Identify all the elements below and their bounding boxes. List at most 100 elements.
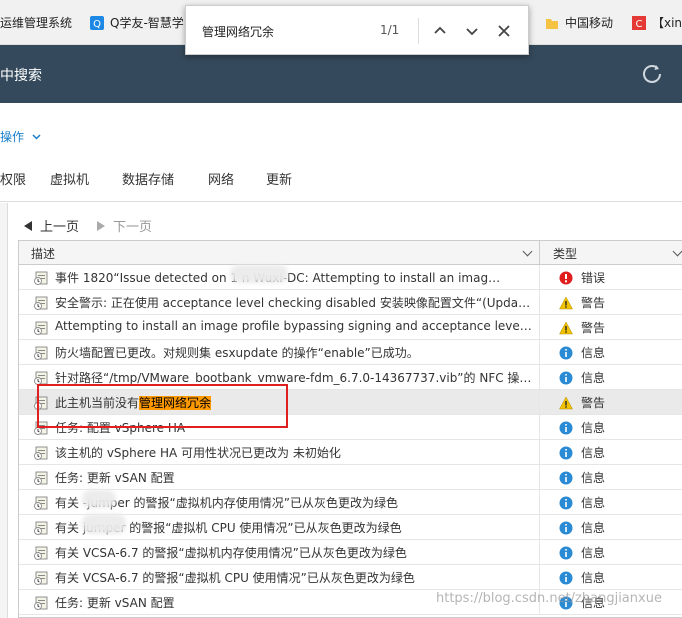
find-next-button[interactable] [462, 21, 482, 41]
search-highlight: 管理网络冗余 [139, 396, 212, 410]
event-description: 有关 -jumper 的警报“虚拟机内存使用情况”已从灰色更改为绿色 [55, 496, 398, 510]
event-type: 信息 [559, 419, 605, 436]
table-row[interactable]: 任务: 配置 vSphere HA 信息 [19, 415, 682, 440]
event-type-label: 警告 [581, 396, 606, 410]
event-type: 信息 [559, 494, 605, 511]
table-row[interactable]: 事件 1820“Issue detected on 1 n Wuxi-DC: A… [19, 265, 682, 290]
event-icon [34, 271, 48, 285]
actions-menu[interactable]: 操作 [0, 128, 41, 145]
event-type: 信息 [559, 344, 605, 361]
event-type-label: 信息 [581, 446, 606, 460]
chevron-down-icon[interactable] [672, 246, 682, 257]
event-icon [34, 596, 48, 610]
bookmark-label: 中国移动 [565, 16, 614, 30]
event-description: 安全警示: 正在使用 acceptance level checking dis… [55, 296, 531, 310]
event-type: 信息 [559, 569, 605, 586]
column-divider [539, 265, 540, 290]
event-type: 警告 [559, 319, 605, 336]
event-description: 该主机的 vSphere HA 可用性状况已更改为 未初始化 [55, 446, 341, 460]
left-panel-edge [0, 203, 8, 618]
table-row[interactable]: Attempting to install an image profile b… [19, 315, 682, 340]
event-icon [34, 521, 48, 535]
column-divider [539, 440, 540, 465]
table-row[interactable]: 有关 -jumper 的警报“虚拟机内存使用情况”已从灰色更改为绿色 信息 [19, 490, 682, 515]
chevron-down-icon[interactable] [522, 246, 533, 257]
prev-page-button[interactable]: 上一页 [24, 216, 79, 235]
find-bar: 管理网络冗余 1/1 [185, 5, 529, 55]
table-row[interactable]: 安全警示: 正在使用 acceptance level checking dis… [19, 290, 682, 315]
column-header-type[interactable]: 类型 [553, 245, 577, 262]
column-header-desc[interactable]: 描述 [31, 245, 55, 262]
event-description: Attempting to install an image profile b… [55, 319, 533, 333]
tab-permissions[interactable]: 权限 [0, 169, 26, 188]
event-type-label: 警告 [581, 321, 606, 335]
svg-text:C: C [636, 19, 643, 30]
event-type-label: 信息 [581, 471, 606, 485]
tab-datastores[interactable]: 数据存储 [122, 169, 174, 188]
find-input[interactable]: 管理网络冗余 [202, 23, 274, 40]
header-search-label[interactable]: 中搜索 [0, 65, 42, 85]
column-divider [539, 515, 540, 540]
event-type-label: 错误 [581, 271, 606, 285]
find-previous-button[interactable] [430, 21, 450, 41]
find-close-button[interactable] [494, 21, 514, 41]
event-icon [34, 471, 48, 485]
event-icon [34, 571, 48, 585]
tab-bar: 权限 虚拟机 数据存储 网络 更新 [0, 169, 682, 193]
tab-vms[interactable]: 虚拟机 [50, 169, 89, 188]
table-row[interactable]: 此主机当前没有管理网络冗余 警告 [19, 390, 682, 415]
info-icon [559, 346, 573, 359]
event-type: 警告 [559, 394, 605, 411]
triangle-left-icon [24, 220, 32, 231]
tab-updates[interactable]: 更新 [266, 169, 292, 188]
event-type-label: 信息 [581, 421, 606, 435]
table-row[interactable]: 针对路径“/tmp/VMware_bootbank_vmware-fdm_6.7… [19, 365, 682, 390]
event-description: 事件 1820“Issue detected on 1 n Wuxi-DC: A… [55, 271, 501, 285]
event-description: 针对路径“/tmp/VMware_bootbank_vmware-fdm_6.7… [55, 371, 533, 385]
redaction-blur [82, 514, 126, 534]
event-type: 错误 [559, 269, 605, 286]
column-divider [539, 465, 540, 490]
refresh-icon[interactable] [639, 61, 665, 87]
column-divider [539, 390, 540, 415]
info-icon [559, 571, 573, 584]
column-divider [539, 540, 540, 565]
event-description: 任务: 配置 vSphere HA [55, 421, 186, 435]
table-row[interactable]: 有关 VCSA-6.7 的警报“虚拟机 CPU 使用情况”已从灰色更改为绿色 信息 [19, 565, 682, 590]
table-row[interactable]: 有关 VCSA-6.7 的警报“虚拟机内存使用情况”已从灰色更改为绿色 信息 [19, 540, 682, 565]
column-divider [539, 315, 540, 340]
tab-networks[interactable]: 网络 [208, 169, 234, 188]
column-divider[interactable] [539, 241, 540, 265]
event-type-label: 警告 [581, 296, 606, 310]
event-icon [34, 296, 48, 310]
bookmark-china-mobile[interactable]: 中国移动 [545, 14, 613, 31]
info-icon [559, 421, 573, 434]
info-icon [559, 496, 573, 509]
table-row[interactable]: 任务: 更新 vSAN 配置 信息 [19, 465, 682, 490]
watermark: https://blog.csdn.net/zhangjianxue [436, 591, 662, 606]
chevron-up-icon [434, 26, 446, 34]
folder-icon [545, 16, 559, 30]
next-page-label: 下一页 [113, 220, 153, 235]
event-type-label: 信息 [581, 496, 606, 510]
event-type-label: 信息 [581, 371, 606, 385]
event-description: 防火墙配置已更改。对规则集 esxupdate 的操作“enable”已成功。 [55, 346, 419, 360]
divider [418, 18, 419, 44]
event-icon [34, 396, 48, 410]
event-icon [34, 446, 48, 460]
event-type: 警告 [559, 294, 605, 311]
bookmark-qxueyou[interactable]: Q Q学友-智慧学 [90, 14, 184, 31]
column-divider [539, 365, 540, 390]
info-icon [559, 521, 573, 534]
event-icon [34, 546, 48, 560]
actions-label: 操作 [0, 130, 25, 144]
table-row[interactable]: 防火墙配置已更改。对规则集 esxupdate 的操作“enable”已成功。 信… [19, 340, 682, 365]
divider [0, 201, 682, 202]
bookmark-ops-system[interactable]: 运维管理系统 [0, 14, 72, 31]
table-row[interactable]: 该主机的 vSphere HA 可用性状况已更改为 未初始化 信息 [19, 440, 682, 465]
info-icon [559, 446, 573, 459]
event-type: 信息 [559, 544, 605, 561]
next-page-button[interactable]: 下一页 [97, 216, 152, 235]
bookmark-xin[interactable]: C 【xin [632, 14, 682, 31]
column-divider [539, 340, 540, 365]
